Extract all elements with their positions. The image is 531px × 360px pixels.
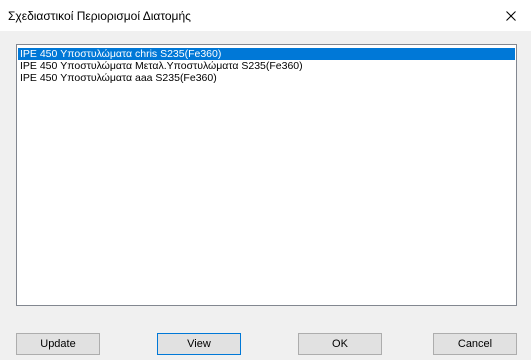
window-title: Σχεδιαστικοί Περιορισμοί Διατομής	[8, 9, 191, 23]
close-icon	[506, 10, 516, 21]
close-button[interactable]	[491, 0, 531, 31]
dialog-window: Σχεδιαστικοί Περιορισμοί Διατομής IPE 45…	[0, 0, 531, 360]
list-item[interactable]: IPE 450 Υποστυλώματα chris S235(Fe360)	[18, 48, 515, 60]
section-constraints-listbox[interactable]: IPE 450 Υποστυλώματα chris S235(Fe360) I…	[16, 44, 517, 306]
view-button[interactable]: View	[157, 333, 241, 355]
cancel-button[interactable]: Cancel	[433, 333, 517, 355]
list-item[interactable]: IPE 450 Υποστυλώματα Μεταλ.Υποστυλώματα …	[18, 60, 515, 72]
ok-button[interactable]: OK	[298, 333, 382, 355]
list-item[interactable]: IPE 450 Υποστυλώματα aaa S235(Fe360)	[18, 72, 515, 84]
update-button[interactable]: Update	[16, 333, 100, 355]
title-bar: Σχεδιαστικοί Περιορισμοί Διατομής	[0, 0, 531, 31]
